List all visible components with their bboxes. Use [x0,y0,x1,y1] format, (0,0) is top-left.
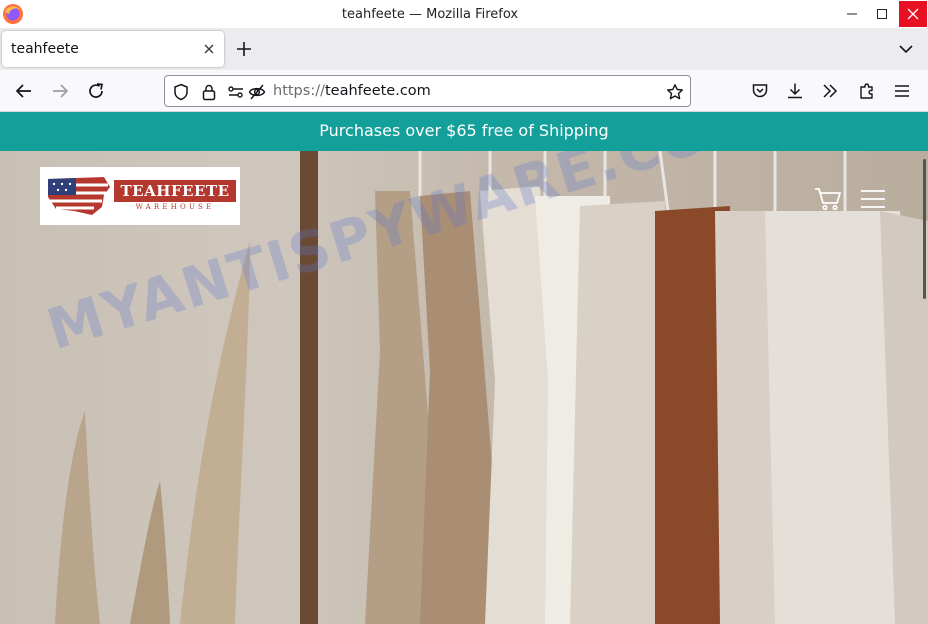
url-bar[interactable]: https://teahfeete.com [164,75,691,107]
arrow-left-icon [15,84,31,98]
overflow-button[interactable] [820,81,840,101]
tab-title: teahfeete [11,41,79,57]
minimize-icon [847,13,857,15]
url-host: teahfeete.com [324,83,431,99]
logo-brand-text: TEAHFEETE [114,180,236,202]
tab-close-icon[interactable] [202,42,216,56]
download-icon [788,83,802,99]
hamburger-menu-icon [895,85,909,97]
pocket-icon [752,84,768,98]
url-scheme: https:// [273,83,325,99]
back-button[interactable] [14,81,34,101]
announcement-bar: Purchases over $65 free of Shipping [0,112,928,151]
logo-sub-text: WAREHOUSE [135,203,215,211]
reload-button[interactable] [86,81,106,101]
lock-icon[interactable] [200,83,218,101]
tracking-protection-icon[interactable] [248,83,266,101]
extensions-button[interactable] [857,81,877,101]
chevron-down-icon[interactable] [898,41,914,57]
close-window-button[interactable] [899,1,927,27]
new-tab-plus-icon[interactable] [235,40,253,58]
permissions-icon[interactable] [227,83,245,101]
nav-bar: https://teahfeete.com [0,70,928,112]
puzzle-piece-icon [860,83,873,99]
double-chevron-right-icon [823,84,838,98]
tab-teahfeete[interactable]: teahfeete [2,31,224,67]
title-bar: teahfeete — Mozilla Firefox [0,0,928,28]
tab-strip: teahfeete [0,28,928,70]
page-scrollbar-thumb[interactable] [923,159,926,299]
reload-icon [89,83,104,98]
web-page: Purchases over $65 free of Shipping MYAN… [0,112,928,624]
shopping-cart-icon[interactable] [814,187,842,211]
maximize-icon [877,9,887,19]
star-bookmark-icon[interactable] [666,83,684,101]
pocket-button[interactable] [750,81,770,101]
maximize-button[interactable] [868,1,896,27]
close-icon [907,8,919,20]
window-title: teahfeete — Mozilla Firefox [341,7,519,22]
shield-icon[interactable] [172,83,190,101]
minimize-button[interactable] [838,1,866,27]
arrow-right-icon [53,84,69,98]
forward-button[interactable] [50,81,70,101]
downloads-button[interactable] [785,81,805,101]
usa-flag-map-icon [48,177,110,215]
hamburger-menu-icon[interactable] [860,189,886,209]
hero-banner: MYANTISPYWARE.COM TEAHFEETE WAREHOUSE [0,151,928,624]
site-logo[interactable]: TEAHFEETE WAREHOUSE [40,167,240,225]
app-menu-button[interactable] [892,81,912,101]
url-text[interactable]: https://teahfeete.com [273,76,431,107]
